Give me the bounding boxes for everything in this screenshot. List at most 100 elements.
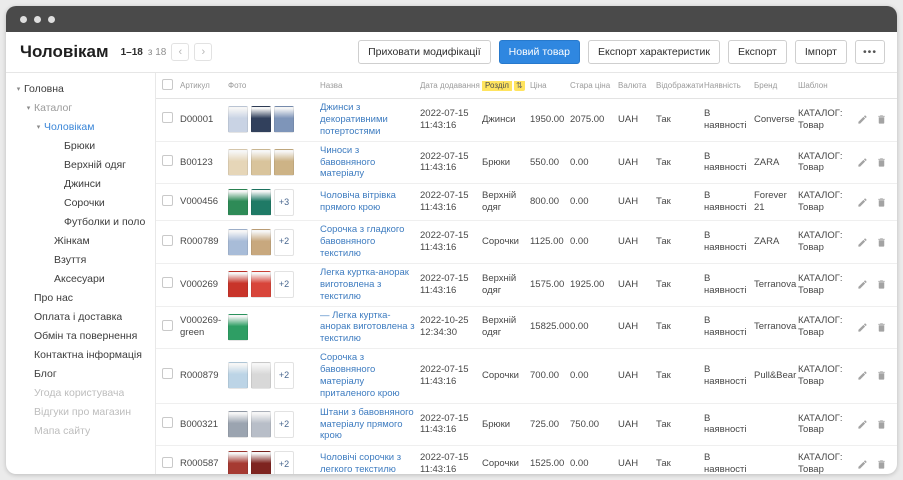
sidebar-item[interactable]: ▾ Брюки xyxy=(6,136,155,155)
column-header-template[interactable]: Шаблон xyxy=(798,81,854,91)
product-name-link[interactable]: Сорочка з гладкого бавовняного текстилю xyxy=(320,224,416,260)
sidebar-item[interactable]: ▾ Оплата і доставка xyxy=(6,307,155,326)
edit-icon[interactable] xyxy=(857,279,868,290)
product-photo xyxy=(251,451,271,474)
sidebar-item[interactable]: ▾ Контактна інформація xyxy=(6,345,155,364)
delete-icon[interactable] xyxy=(876,114,887,125)
column-header-old-price[interactable]: Стара ціна xyxy=(570,81,618,91)
column-header-sku[interactable]: Артикул xyxy=(180,81,228,91)
row-checkbox[interactable] xyxy=(162,277,173,288)
column-header-currency[interactable]: Валюта xyxy=(618,81,656,91)
column-header-name[interactable]: Назва xyxy=(320,81,420,91)
sidebar-item[interactable]: ▾ Мапа сайту xyxy=(6,421,155,440)
sidebar-item[interactable]: ▾ Про нас xyxy=(6,288,155,307)
column-header-section[interactable]: Розділ⇅ xyxy=(482,81,530,91)
delete-icon[interactable] xyxy=(876,237,887,248)
sidebar-item[interactable]: ▾ Головна xyxy=(6,79,155,98)
import-button[interactable]: Імпорт xyxy=(795,40,847,64)
more-photos-badge[interactable]: +2 xyxy=(274,229,294,256)
sidebar-item[interactable]: ▾ Взуття xyxy=(6,250,155,269)
edit-icon[interactable] xyxy=(857,197,868,208)
table-row: R000587 +2 Чоловічі сорочки з легкого те… xyxy=(156,446,897,474)
edit-icon[interactable] xyxy=(857,419,868,430)
cell-stock: В наявності xyxy=(704,364,754,388)
product-name-link[interactable]: — Легка куртка-анорак виготовлена з текс… xyxy=(320,310,416,346)
sidebar-item[interactable]: ▾ Сорочки xyxy=(6,193,155,212)
sidebar-item[interactable]: ▾ Блог xyxy=(6,364,155,383)
delete-icon[interactable] xyxy=(876,419,887,430)
column-header-stock[interactable]: Наявність xyxy=(704,81,754,91)
sidebar-item[interactable]: ▾ Обмін та повернення xyxy=(6,326,155,345)
row-checkbox[interactable] xyxy=(162,195,173,206)
product-name-link[interactable]: Чиноси з бавовняного матеріалу xyxy=(320,145,416,181)
cell-template: КАТАЛОГ: Товар xyxy=(798,230,854,254)
more-photos-badge[interactable]: +2 xyxy=(274,411,294,438)
row-checkbox[interactable] xyxy=(162,155,173,166)
pagination-next-button[interactable]: › xyxy=(194,43,212,61)
more-photos-badge[interactable]: +2 xyxy=(274,271,294,298)
delete-icon[interactable] xyxy=(876,279,887,290)
product-name-link[interactable]: Джинси з декоративними потертостями xyxy=(320,102,416,138)
sidebar-item[interactable]: ▾ Верхній одяг xyxy=(6,155,155,174)
cell-visible: Так xyxy=(656,114,704,126)
more-photos-badge[interactable]: +2 xyxy=(274,451,294,474)
sidebar-item[interactable]: ▾ Відгуки про магазин xyxy=(6,402,155,421)
column-header-photo[interactable]: Фото xyxy=(228,81,320,91)
sidebar-item[interactable]: ▾ Жінкам xyxy=(6,231,155,250)
sidebar-item-label: Обмін та повернення xyxy=(34,330,137,342)
chevron-down-icon: ▾ xyxy=(23,104,34,112)
edit-icon[interactable] xyxy=(857,114,868,125)
row-checkbox[interactable] xyxy=(162,368,173,379)
product-name-link[interactable]: Сорочка з бавовняного матеріалу притален… xyxy=(320,352,416,400)
cell-stock: В наявності xyxy=(704,273,754,297)
delete-icon[interactable] xyxy=(876,197,887,208)
more-photos-badge[interactable]: +3 xyxy=(274,189,294,216)
sidebar-item[interactable]: ▾ Чоловікам xyxy=(6,117,155,136)
export-button[interactable]: Експорт xyxy=(728,40,787,64)
sidebar-item[interactable]: ▾ Каталог xyxy=(6,98,155,117)
product-name-link[interactable]: Чоловічі сорочки з легкого текстилю xyxy=(320,452,416,474)
row-checkbox[interactable] xyxy=(162,457,173,468)
delete-icon[interactable] xyxy=(876,459,887,470)
column-header-price[interactable]: Ціна xyxy=(530,81,570,91)
sidebar-item[interactable]: ▾ Аксесуари xyxy=(6,269,155,288)
product-name-link[interactable]: Штани з бавовняного матеріалу прямого кр… xyxy=(320,407,416,443)
time-value: 11:43:16 xyxy=(420,464,478,474)
delete-icon[interactable] xyxy=(876,370,887,381)
sidebar-item[interactable]: ▾ Джинси xyxy=(6,174,155,193)
new-product-button[interactable]: Новий товар xyxy=(499,40,580,64)
product-name-link[interactable]: Чоловіча вітрівка прямого крою xyxy=(320,190,416,214)
delete-icon[interactable] xyxy=(876,157,887,168)
row-checkbox[interactable] xyxy=(162,112,173,123)
delete-icon[interactable] xyxy=(876,322,887,333)
sidebar-item[interactable]: ▾ Футболки и поло xyxy=(6,212,155,231)
sidebar-item[interactable]: ▾ Угода користувача xyxy=(6,383,155,402)
row-checkbox[interactable] xyxy=(162,417,173,428)
table-row: R000879 +2 Сорочка з бавовняного матеріа… xyxy=(156,349,897,404)
sort-icon[interactable]: ⇅ xyxy=(514,81,525,91)
edit-icon[interactable] xyxy=(857,322,868,333)
more-photos-badge[interactable]: +2 xyxy=(274,362,294,389)
date-value: 2022-07-15 xyxy=(420,108,478,120)
edit-icon[interactable] xyxy=(857,237,868,248)
edit-icon[interactable] xyxy=(857,157,868,168)
table-body: D00001 Джинси з декоративними потертостя… xyxy=(156,99,897,474)
export-characteristics-button[interactable]: Експорт характеристик xyxy=(588,40,720,64)
edit-icon[interactable] xyxy=(857,370,868,381)
pagination-prev-button[interactable]: ‹ xyxy=(171,43,189,61)
column-header-visible[interactable]: Відображати xyxy=(656,81,704,91)
window-control-icon[interactable] xyxy=(48,16,55,23)
product-name-link[interactable]: Легка куртка-анорак виготовлена з тексти… xyxy=(320,267,416,303)
edit-icon[interactable] xyxy=(857,459,868,470)
row-checkbox[interactable] xyxy=(162,320,173,331)
column-header-brand[interactable]: Бренд xyxy=(754,81,798,91)
column-header-date[interactable]: Дата додавання xyxy=(420,81,482,91)
row-checkbox[interactable] xyxy=(162,235,173,246)
app-body: ▾ Головна ▾ Каталог ▾ Чоловікам ▾ Брюки … xyxy=(6,73,897,474)
hide-modifications-button[interactable]: Приховати модифікації xyxy=(358,40,491,64)
product-photo xyxy=(251,149,271,176)
window-control-icon[interactable] xyxy=(34,16,41,23)
window-control-icon[interactable] xyxy=(20,16,27,23)
select-all-checkbox[interactable] xyxy=(162,79,173,90)
more-actions-button[interactable]: ••• xyxy=(855,40,885,64)
